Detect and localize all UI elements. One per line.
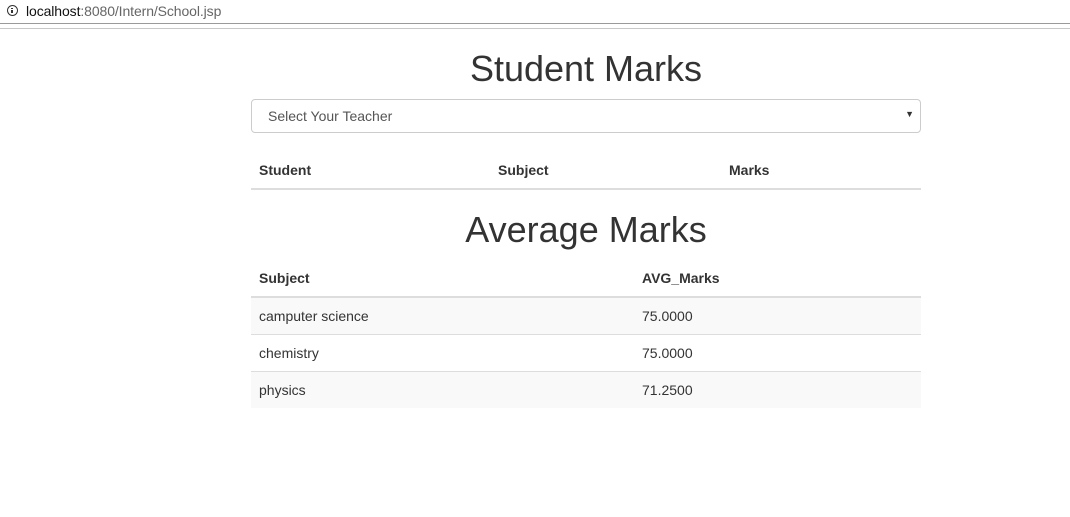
table-header-row: Student Subject Marks: [251, 152, 921, 190]
table-row: physics 71.2500: [251, 370, 921, 408]
column-header-avg-marks: AVG_Marks: [634, 259, 921, 298]
cell-avg-marks: 71.2500: [634, 370, 921, 408]
student-marks-table: Student Subject Marks: [251, 152, 921, 190]
teacher-select[interactable]: Select Your Teacher ▼: [251, 99, 921, 133]
column-header-student: Student: [251, 152, 490, 190]
average-marks-table: Subject AVG_Marks camputer science 75.00…: [251, 259, 921, 408]
column-header-subject: Subject: [490, 152, 721, 190]
cell-avg-marks: 75.0000: [642, 307, 693, 324]
student-marks-title: Student Marks: [469, 48, 703, 89]
toolbar-divider: [0, 28, 1070, 29]
info-icon[interactable]: [7, 5, 18, 16]
cell-avg-marks: 75.0000: [634, 333, 921, 371]
column-header-subject: Subject: [251, 259, 634, 298]
cell-subject: camputer science: [259, 307, 369, 324]
url-host: localhost: [26, 3, 81, 19]
table-row: chemistry 75.0000: [251, 333, 921, 371]
url-path: :8080/Intern/School.jsp: [80, 3, 222, 19]
column-header-marks: Marks: [721, 152, 921, 190]
teacher-select-value: Select Your Teacher: [268, 108, 393, 124]
cell-subject: chemistry: [251, 333, 634, 371]
cell-subject: physics: [251, 370, 634, 408]
table-header-row: Subject AVG_Marks: [251, 259, 921, 298]
dropdown-arrow-icon: ▼: [905, 109, 914, 119]
browser-address-bar[interactable]: localhost:8080/Intern/School.jsp: [0, 0, 1070, 24]
average-marks-title: Average Marks: [465, 209, 707, 250]
url-text[interactable]: localhost:8080/Intern/School.jsp: [26, 3, 221, 19]
table-row: camputer science 75.0000: [251, 297, 921, 334]
